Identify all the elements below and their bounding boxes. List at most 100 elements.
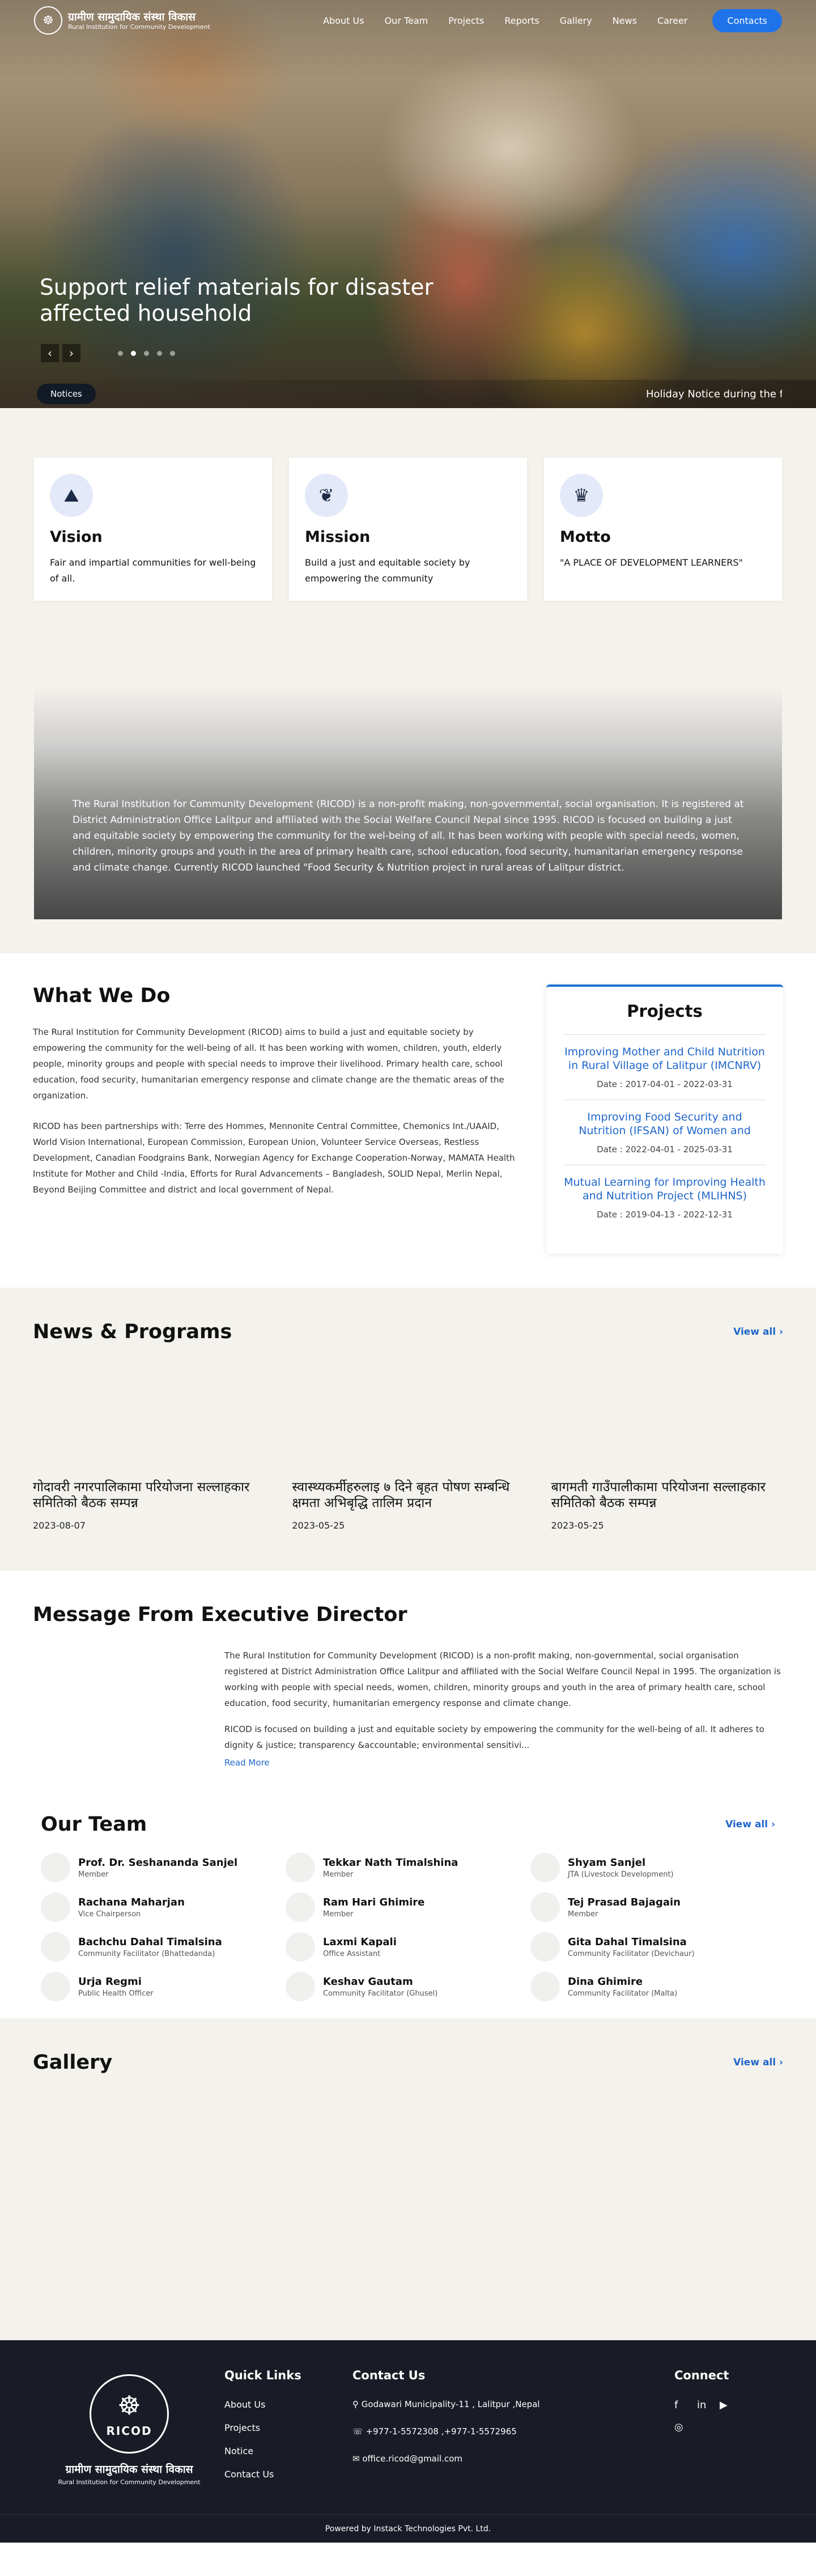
news-item[interactable]: स्वास्थ्यकर्मीहरुलाइ ७ दिने बृहत पोषण सम… — [292, 1479, 524, 1531]
news-title[interactable]: स्वास्थ्यकर्मीहरुलाइ ७ दिने बृहत पोषण सम… — [292, 1479, 524, 1511]
gallery-view-all-link[interactable]: View all › — [733, 2057, 783, 2068]
news-title[interactable]: बागमती गाउँपालीकामा परियोजना सल्लाहकार स… — [551, 1479, 783, 1511]
slider-dot-active[interactable] — [131, 351, 136, 356]
footer-org-name: ग्रामीण सामुदायिक संस्था विकास — [65, 2463, 193, 2476]
footer-contact: Contact Us ⚲ Godawari Municipality-11 , … — [352, 2369, 674, 2492]
chevron-right-icon[interactable]: › — [62, 344, 80, 362]
footer-link-projects[interactable]: Projects — [224, 2422, 352, 2433]
nav-reports[interactable]: Reports — [504, 15, 539, 26]
project-title[interactable]: Improving Mother and Child Nutrition in … — [563, 1045, 766, 1072]
card-title: Vision — [50, 528, 103, 546]
news-item[interactable]: बागमती गाउँपालीकामा परियोजना सल्लाहकार स… — [551, 1479, 783, 1531]
project-item[interactable]: Improving Food Security and Nutrition (I… — [563, 1100, 766, 1165]
message-paragraph: The Rural Institution for Community Deve… — [224, 1650, 781, 1708]
facebook-icon[interactable]: f — [674, 2399, 688, 2411]
wwd-paragraph: The Rural Institution for Community Deve… — [33, 1027, 504, 1101]
member-name: Gita Dahal Timalsina — [568, 1936, 687, 1948]
footer-phone[interactable]: ☏ +977-1-5572308 ,+977-1-5572965 — [352, 2426, 674, 2437]
project-date: Date : 2022-04-01 - 2025-03-31 — [597, 1144, 733, 1155]
project-title[interactable]: Mutual Learning for Improving Health and… — [563, 1175, 766, 1203]
team-member: Gita Dahal Timalsina Community Facilitato… — [530, 1932, 775, 1962]
avatar — [530, 1972, 560, 2001]
brand-name: ग्रामीण सामुदायिक संस्था विकास — [68, 10, 196, 23]
team-member: Rachana Maharjan Vice Chairperson — [41, 1892, 286, 1922]
slider-arrows: ‹ › — [41, 344, 80, 362]
vision-card: ⛰ Vision Fair and impartial communities … — [34, 458, 272, 601]
nav-our-team[interactable]: Our Team — [385, 15, 428, 26]
instagram-icon[interactable]: ◎ — [674, 2421, 688, 2433]
section-title: What We Do — [33, 984, 171, 1007]
member-role: Community Facilitator (Bhattedanda) — [78, 1949, 215, 1958]
news-title[interactable]: गोदावरी नगरपालिकामा परियोजना सल्लाहकार स… — [33, 1479, 265, 1511]
hero-title: Support relief materials for disaster af… — [40, 275, 434, 326]
about-text: The Rural Institution for Community Deve… — [73, 799, 744, 873]
notices-button[interactable]: Notices — [37, 384, 96, 404]
member-name: Bachchu Dahal Timalsina — [78, 1936, 222, 1948]
footer-link-about[interactable]: About Us — [224, 2399, 352, 2410]
card-title: Motto — [560, 528, 611, 546]
avatar — [41, 1972, 70, 2001]
news-item[interactable]: गोदावरी नगरपालिकामा परियोजना सल्लाहकार स… — [33, 1479, 265, 1531]
ricod-emblem-icon: ☸ RICOD — [90, 2374, 169, 2454]
section-title: Message From Executive Director — [33, 1603, 407, 1626]
brand[interactable]: ☸ ग्रामीण सामुदायिक संस्था विकास Rural I… — [34, 6, 210, 35]
motto-card: ♛ Motto "A PLACE OF DEVELOPMENT LEARNERS… — [544, 458, 782, 601]
slider-dot[interactable] — [144, 351, 149, 356]
footer-link-contact[interactable]: Contact Us — [224, 2469, 352, 2480]
member-name: Laxmi Kapali — [323, 1936, 397, 1948]
footer-link-notice[interactable]: Notice — [224, 2446, 352, 2456]
team-member: Dina Ghimire Community Facilitator (Malta… — [530, 1972, 775, 2001]
team-member: Tej Prasad Bajagain Member — [530, 1892, 775, 1922]
notice-text[interactable]: Holiday Notice during the f — [646, 388, 782, 400]
project-item[interactable]: Mutual Learning for Improving Health and… — [563, 1165, 766, 1230]
member-name: Keshav Gautam — [323, 1975, 413, 1988]
slider-dot[interactable] — [157, 351, 162, 356]
footer-email[interactable]: ✉ office.ricod@gmail.com — [352, 2454, 674, 2464]
team-view-all-link[interactable]: View all › — [725, 1819, 775, 1830]
project-date: Date : 2017-04-01 - 2022-03-31 — [597, 1079, 733, 1089]
connect: Connect f in ▶ ◎ — [674, 2369, 742, 2492]
section-title: News & Programs — [33, 1321, 232, 1343]
chevron-left-icon[interactable]: ‹ — [41, 344, 59, 362]
message-paragraph: RICOD is focused on building a just and … — [224, 1724, 764, 1750]
slider-dots — [118, 351, 175, 356]
avatar — [530, 1932, 560, 1962]
trophy-icon: ♛ — [560, 474, 603, 517]
projects-panel: Projects Improving Mother and Child Nutr… — [546, 984, 783, 1254]
avatar — [286, 1972, 315, 2001]
project-item[interactable]: Improving Mother and Child Nutrition in … — [563, 1035, 766, 1100]
nav-about-us[interactable]: About Us — [323, 15, 364, 26]
team-member: Bachchu Dahal Timalsina Community Facilit… — [41, 1932, 286, 1962]
avatar — [530, 1892, 560, 1922]
linkedin-icon[interactable]: in — [697, 2399, 711, 2411]
quick-links-heading: Quick Links — [224, 2369, 301, 2382]
nav-news[interactable]: News — [613, 15, 637, 26]
slider-dot[interactable] — [118, 351, 123, 356]
read-more-link[interactable]: Read More — [224, 1758, 270, 1768]
map-marker-icon: ⚲ — [352, 2399, 362, 2409]
footer-logo: ☸ RICOD ग्रामीण सामुदायिक संस्था विकास R… — [34, 2369, 224, 2492]
member-role: Member — [323, 1870, 354, 1879]
director-message-section: Message From Executive Director The Rura… — [0, 1571, 816, 1790]
nav-career[interactable]: Career — [657, 15, 687, 26]
avatar — [530, 1853, 560, 1882]
news-view-all-link[interactable]: View all › — [733, 1326, 783, 1338]
news-date: 2023-08-07 — [33, 1520, 86, 1531]
site-footer: ☸ RICOD ग्रामीण सामुदायिक संस्था विकास R… — [0, 2340, 816, 2543]
mountain-icon: ⛰ — [50, 474, 93, 517]
project-date: Date : 2019-04-13 - 2022-12-31 — [597, 1210, 733, 1220]
member-role: Member — [323, 1909, 354, 1919]
contacts-button[interactable]: Contacts — [712, 9, 782, 32]
news-date: 2023-05-25 — [551, 1520, 604, 1531]
youtube-icon[interactable]: ▶ — [720, 2399, 733, 2411]
member-role: Member — [78, 1870, 109, 1879]
team-member: Tekkar Nath Timalshina Member — [286, 1853, 530, 1882]
nav-projects[interactable]: Projects — [448, 15, 484, 26]
team-member: Keshav Gautam Community Facilitator (Ghus… — [286, 1972, 530, 2001]
card-text: Build a just and equitable society by em… — [305, 557, 470, 584]
card-title: Mission — [305, 528, 371, 546]
slider-dot[interactable] — [170, 351, 175, 356]
project-title[interactable]: Improving Food Security and Nutrition (I… — [563, 1110, 766, 1138]
avatar — [41, 1892, 70, 1922]
nav-gallery[interactable]: Gallery — [560, 15, 592, 26]
